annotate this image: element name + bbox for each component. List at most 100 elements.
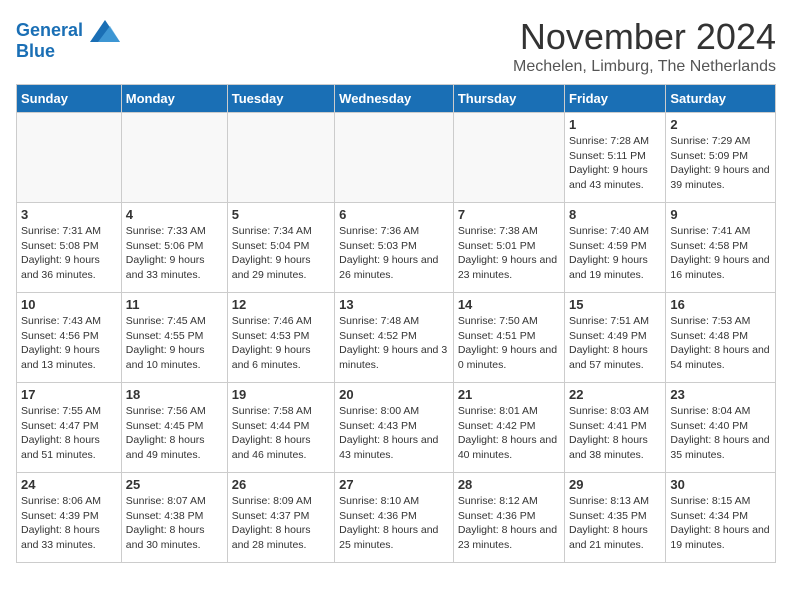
day-number: 15 xyxy=(569,297,661,312)
day-cell xyxy=(227,113,334,203)
day-cell: 19 Sunrise: 7:58 AM Sunset: 4:44 PM Dayli… xyxy=(227,383,334,473)
day-number: 1 xyxy=(569,117,661,132)
day-cell: 16 Sunrise: 7:53 AM Sunset: 4:48 PM Dayli… xyxy=(666,293,776,383)
day-info: Sunrise: 7:40 AM Sunset: 4:59 PM Dayligh… xyxy=(569,224,661,283)
day-cell: 28 Sunrise: 8:12 AM Sunset: 4:36 PM Dayli… xyxy=(453,473,564,563)
day-number: 19 xyxy=(232,387,330,402)
day-cell: 25 Sunrise: 8:07 AM Sunset: 4:38 PM Dayli… xyxy=(121,473,227,563)
logo-icon xyxy=(90,20,120,42)
day-info: Sunrise: 7:56 AM Sunset: 4:45 PM Dayligh… xyxy=(126,404,223,463)
day-number: 17 xyxy=(21,387,117,402)
day-number: 22 xyxy=(569,387,661,402)
logo: General Blue xyxy=(16,20,120,62)
day-number: 10 xyxy=(21,297,117,312)
col-header-thursday: Thursday xyxy=(453,85,564,113)
day-number: 2 xyxy=(670,117,771,132)
day-cell: 30Sunrise: 8:15 AM Sunset: 4:34 PM Dayli… xyxy=(666,473,776,563)
day-info: Sunrise: 7:55 AM Sunset: 4:47 PM Dayligh… xyxy=(21,404,117,463)
day-cell: 23Sunrise: 8:04 AM Sunset: 4:40 PM Dayli… xyxy=(666,383,776,473)
day-cell: 26 Sunrise: 8:09 AM Sunset: 4:37 PM Dayli… xyxy=(227,473,334,563)
day-cell: 17 Sunrise: 7:55 AM Sunset: 4:47 PM Dayli… xyxy=(17,383,122,473)
day-cell: 9Sunrise: 7:41 AM Sunset: 4:58 PM Daylig… xyxy=(666,203,776,293)
day-cell: 22Sunrise: 8:03 AM Sunset: 4:41 PM Dayli… xyxy=(565,383,666,473)
day-number: 28 xyxy=(458,477,560,492)
day-number: 20 xyxy=(339,387,449,402)
day-cell xyxy=(121,113,227,203)
day-info: Sunrise: 8:04 AM Sunset: 4:40 PM Dayligh… xyxy=(670,404,771,463)
day-info: Sunrise: 8:01 AM Sunset: 4:42 PM Dayligh… xyxy=(458,404,560,463)
day-info: Sunrise: 7:53 AM Sunset: 4:48 PM Dayligh… xyxy=(670,314,771,373)
col-header-saturday: Saturday xyxy=(666,85,776,113)
day-cell: 21 Sunrise: 8:01 AM Sunset: 4:42 PM Dayli… xyxy=(453,383,564,473)
col-header-friday: Friday xyxy=(565,85,666,113)
day-info: Sunrise: 7:45 AM Sunset: 4:55 PM Dayligh… xyxy=(126,314,223,373)
day-number: 27 xyxy=(339,477,449,492)
title-area: November 2024 Mechelen, Limburg, The Net… xyxy=(513,16,776,76)
day-info: Sunrise: 8:07 AM Sunset: 4:38 PM Dayligh… xyxy=(126,494,223,553)
day-cell xyxy=(17,113,122,203)
day-cell: 29 Sunrise: 8:13 AM Sunset: 4:35 PM Dayli… xyxy=(565,473,666,563)
week-row-3: 10Sunrise: 7:43 AM Sunset: 4:56 PM Dayli… xyxy=(17,293,776,383)
day-info: Sunrise: 7:28 AM Sunset: 5:11 PM Dayligh… xyxy=(569,134,661,193)
day-number: 14 xyxy=(458,297,560,312)
day-number: 13 xyxy=(339,297,449,312)
day-info: Sunrise: 8:09 AM Sunset: 4:37 PM Dayligh… xyxy=(232,494,330,553)
day-cell: 27 Sunrise: 8:10 AM Sunset: 4:36 PM Dayli… xyxy=(335,473,454,563)
day-number: 9 xyxy=(670,207,771,222)
day-info: Sunrise: 8:10 AM Sunset: 4:36 PM Dayligh… xyxy=(339,494,449,553)
day-cell xyxy=(335,113,454,203)
day-info: Sunrise: 8:13 AM Sunset: 4:35 PM Dayligh… xyxy=(569,494,661,553)
day-info: Sunrise: 7:46 AM Sunset: 4:53 PM Dayligh… xyxy=(232,314,330,373)
day-info: Sunrise: 8:12 AM Sunset: 4:36 PM Dayligh… xyxy=(458,494,560,553)
day-info: Sunrise: 7:38 AM Sunset: 5:01 PM Dayligh… xyxy=(458,224,560,283)
day-number: 12 xyxy=(232,297,330,312)
week-row-2: 3 Sunrise: 7:31 AM Sunset: 5:08 PM Daylig… xyxy=(17,203,776,293)
day-cell: 1 Sunrise: 7:28 AM Sunset: 5:11 PM Daylig… xyxy=(565,113,666,203)
header-row: SundayMondayTuesdayWednesdayThursdayFrid… xyxy=(17,85,776,113)
day-number: 4 xyxy=(126,207,223,222)
day-info: Sunrise: 7:33 AM Sunset: 5:06 PM Dayligh… xyxy=(126,224,223,283)
col-header-tuesday: Tuesday xyxy=(227,85,334,113)
day-cell: 5 Sunrise: 7:34 AM Sunset: 5:04 PM Daylig… xyxy=(227,203,334,293)
logo-blue-text: Blue xyxy=(16,42,120,62)
day-info: Sunrise: 8:00 AM Sunset: 4:43 PM Dayligh… xyxy=(339,404,449,463)
week-row-5: 24Sunrise: 8:06 AM Sunset: 4:39 PM Dayli… xyxy=(17,473,776,563)
day-cell: 20 Sunrise: 8:00 AM Sunset: 4:43 PM Dayli… xyxy=(335,383,454,473)
week-row-1: 1 Sunrise: 7:28 AM Sunset: 5:11 PM Daylig… xyxy=(17,113,776,203)
day-cell: 10Sunrise: 7:43 AM Sunset: 4:56 PM Dayli… xyxy=(17,293,122,383)
day-cell: 2 Sunrise: 7:29 AM Sunset: 5:09 PM Daylig… xyxy=(666,113,776,203)
day-info: Sunrise: 8:06 AM Sunset: 4:39 PM Dayligh… xyxy=(21,494,117,553)
day-number: 11 xyxy=(126,297,223,312)
day-cell xyxy=(453,113,564,203)
month-title: November 2024 xyxy=(513,16,776,58)
day-number: 16 xyxy=(670,297,771,312)
day-number: 6 xyxy=(339,207,449,222)
logo-text: General xyxy=(16,20,120,42)
day-cell: 14 Sunrise: 7:50 AM Sunset: 4:51 PM Dayli… xyxy=(453,293,564,383)
day-info: Sunrise: 7:50 AM Sunset: 4:51 PM Dayligh… xyxy=(458,314,560,373)
day-number: 21 xyxy=(458,387,560,402)
day-info: Sunrise: 7:31 AM Sunset: 5:08 PM Dayligh… xyxy=(21,224,117,283)
day-number: 25 xyxy=(126,477,223,492)
day-number: 3 xyxy=(21,207,117,222)
day-number: 26 xyxy=(232,477,330,492)
day-cell: 24Sunrise: 8:06 AM Sunset: 4:39 PM Dayli… xyxy=(17,473,122,563)
day-cell: 15Sunrise: 7:51 AM Sunset: 4:49 PM Dayli… xyxy=(565,293,666,383)
day-cell: 4 Sunrise: 7:33 AM Sunset: 5:06 PM Daylig… xyxy=(121,203,227,293)
day-number: 18 xyxy=(126,387,223,402)
day-info: Sunrise: 7:29 AM Sunset: 5:09 PM Dayligh… xyxy=(670,134,771,193)
day-info: Sunrise: 7:34 AM Sunset: 5:04 PM Dayligh… xyxy=(232,224,330,283)
calendar-table: SundayMondayTuesdayWednesdayThursdayFrid… xyxy=(16,84,776,563)
day-number: 7 xyxy=(458,207,560,222)
day-info: Sunrise: 7:58 AM Sunset: 4:44 PM Dayligh… xyxy=(232,404,330,463)
day-number: 29 xyxy=(569,477,661,492)
day-number: 5 xyxy=(232,207,330,222)
day-cell: 12 Sunrise: 7:46 AM Sunset: 4:53 PM Dayli… xyxy=(227,293,334,383)
day-info: Sunrise: 7:48 AM Sunset: 4:52 PM Dayligh… xyxy=(339,314,449,373)
day-cell: 18 Sunrise: 7:56 AM Sunset: 4:45 PM Dayli… xyxy=(121,383,227,473)
week-row-4: 17 Sunrise: 7:55 AM Sunset: 4:47 PM Dayli… xyxy=(17,383,776,473)
day-cell: 7 Sunrise: 7:38 AM Sunset: 5:01 PM Daylig… xyxy=(453,203,564,293)
col-header-monday: Monday xyxy=(121,85,227,113)
col-header-sunday: Sunday xyxy=(17,85,122,113)
header: General Blue November 2024 Mechelen, Lim… xyxy=(16,16,776,76)
